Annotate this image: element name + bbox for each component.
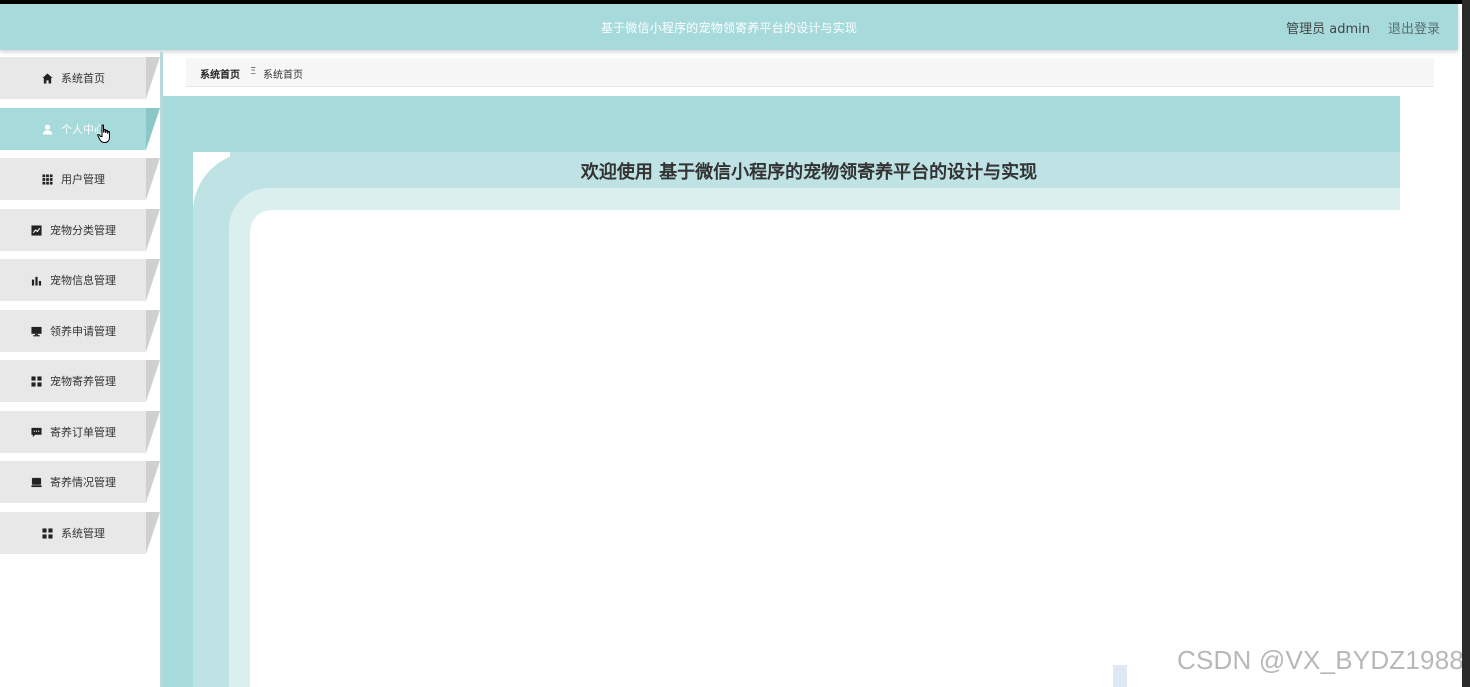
watermark-decoration [1113, 665, 1127, 687]
home-icon [41, 72, 53, 84]
box-icon [30, 476, 42, 488]
chart-line-icon [30, 224, 42, 236]
monitor-icon [30, 325, 42, 337]
hand-cursor-icon [97, 124, 113, 144]
main-panel-top-band [163, 96, 1400, 152]
sidebar-item-label: 寄养订单管理 [50, 426, 116, 439]
sidebar-item-pet-category[interactable]: 宠物分类管理 [0, 209, 160, 251]
sidebar-item-boarding-orders[interactable]: 寄养订单管理 [0, 411, 160, 453]
sidebar-item-pet-boarding[interactable]: 宠物寄养管理 [0, 360, 160, 402]
sidebar-item-users[interactable]: 用户管理 [0, 158, 160, 200]
breadcrumb-home-link[interactable]: 系统首页 [200, 66, 240, 81]
sidebar-item-label: 宠物信息管理 [50, 274, 116, 287]
breadcrumb-current: 系统首页 [263, 70, 303, 81]
grid-icon [41, 173, 53, 185]
logout-link[interactable]: 退出登录 [1388, 18, 1440, 37]
sidebar-item-label: 宠物寄养管理 [50, 375, 116, 388]
breadcrumb: 系统首页 Ξ 系统首页 [186, 58, 1434, 87]
screen-edge-right [1462, 0, 1470, 687]
chat-icon [30, 426, 42, 438]
welcome-heading: 欢迎使用 基于微信小程序的宠物领寄养平台的设计与实现 [580, 162, 1038, 183]
apps-icon [41, 527, 53, 539]
watermark: CSDN @VX_BYDZ1988 [1177, 645, 1465, 675]
app-title: 基于微信小程序的宠物领寄养平台的设计与实现 [600, 21, 858, 35]
main-panel-border [163, 96, 193, 687]
sidebar-item-label: 系统管理 [61, 527, 105, 540]
sidebar-item-adoption-applications[interactable]: 领养申请管理 [0, 310, 160, 352]
sidebar-item-label: 领养申请管理 [50, 325, 116, 338]
sidebar-item-label: 系统首页 [61, 72, 105, 85]
app-screen: 基于微信小程序的宠物领寄养平台的设计与实现 管理员 admin 退出登录 系统首… [0, 0, 1470, 687]
sidebar-item-boarding-status[interactable]: 寄养情况管理 [0, 461, 160, 503]
sidebar-item-pet-info[interactable]: 宠物信息管理 [0, 259, 160, 301]
main-content-area [250, 210, 1400, 687]
breadcrumb-separator-icon: Ξ [250, 66, 257, 77]
sidebar-item-profile[interactable]: 个人中心 [0, 108, 160, 150]
sidebar-item-home[interactable]: 系统首页 [0, 57, 160, 99]
sidebar-item-label: 用户管理 [61, 173, 105, 186]
sidebar-item-system[interactable]: 系统管理 [0, 512, 160, 554]
apps-icon [30, 375, 42, 387]
current-user-label: 管理员 admin [1286, 22, 1370, 37]
user-icon [41, 123, 53, 135]
sidebar-item-label: 宠物分类管理 [50, 224, 116, 237]
sidebar-item-label: 寄养情况管理 [50, 476, 116, 489]
bar-chart-icon [30, 274, 42, 286]
top-header: 基于微信小程序的宠物领寄养平台的设计与实现 管理员 admin 退出登录 [0, 4, 1458, 50]
